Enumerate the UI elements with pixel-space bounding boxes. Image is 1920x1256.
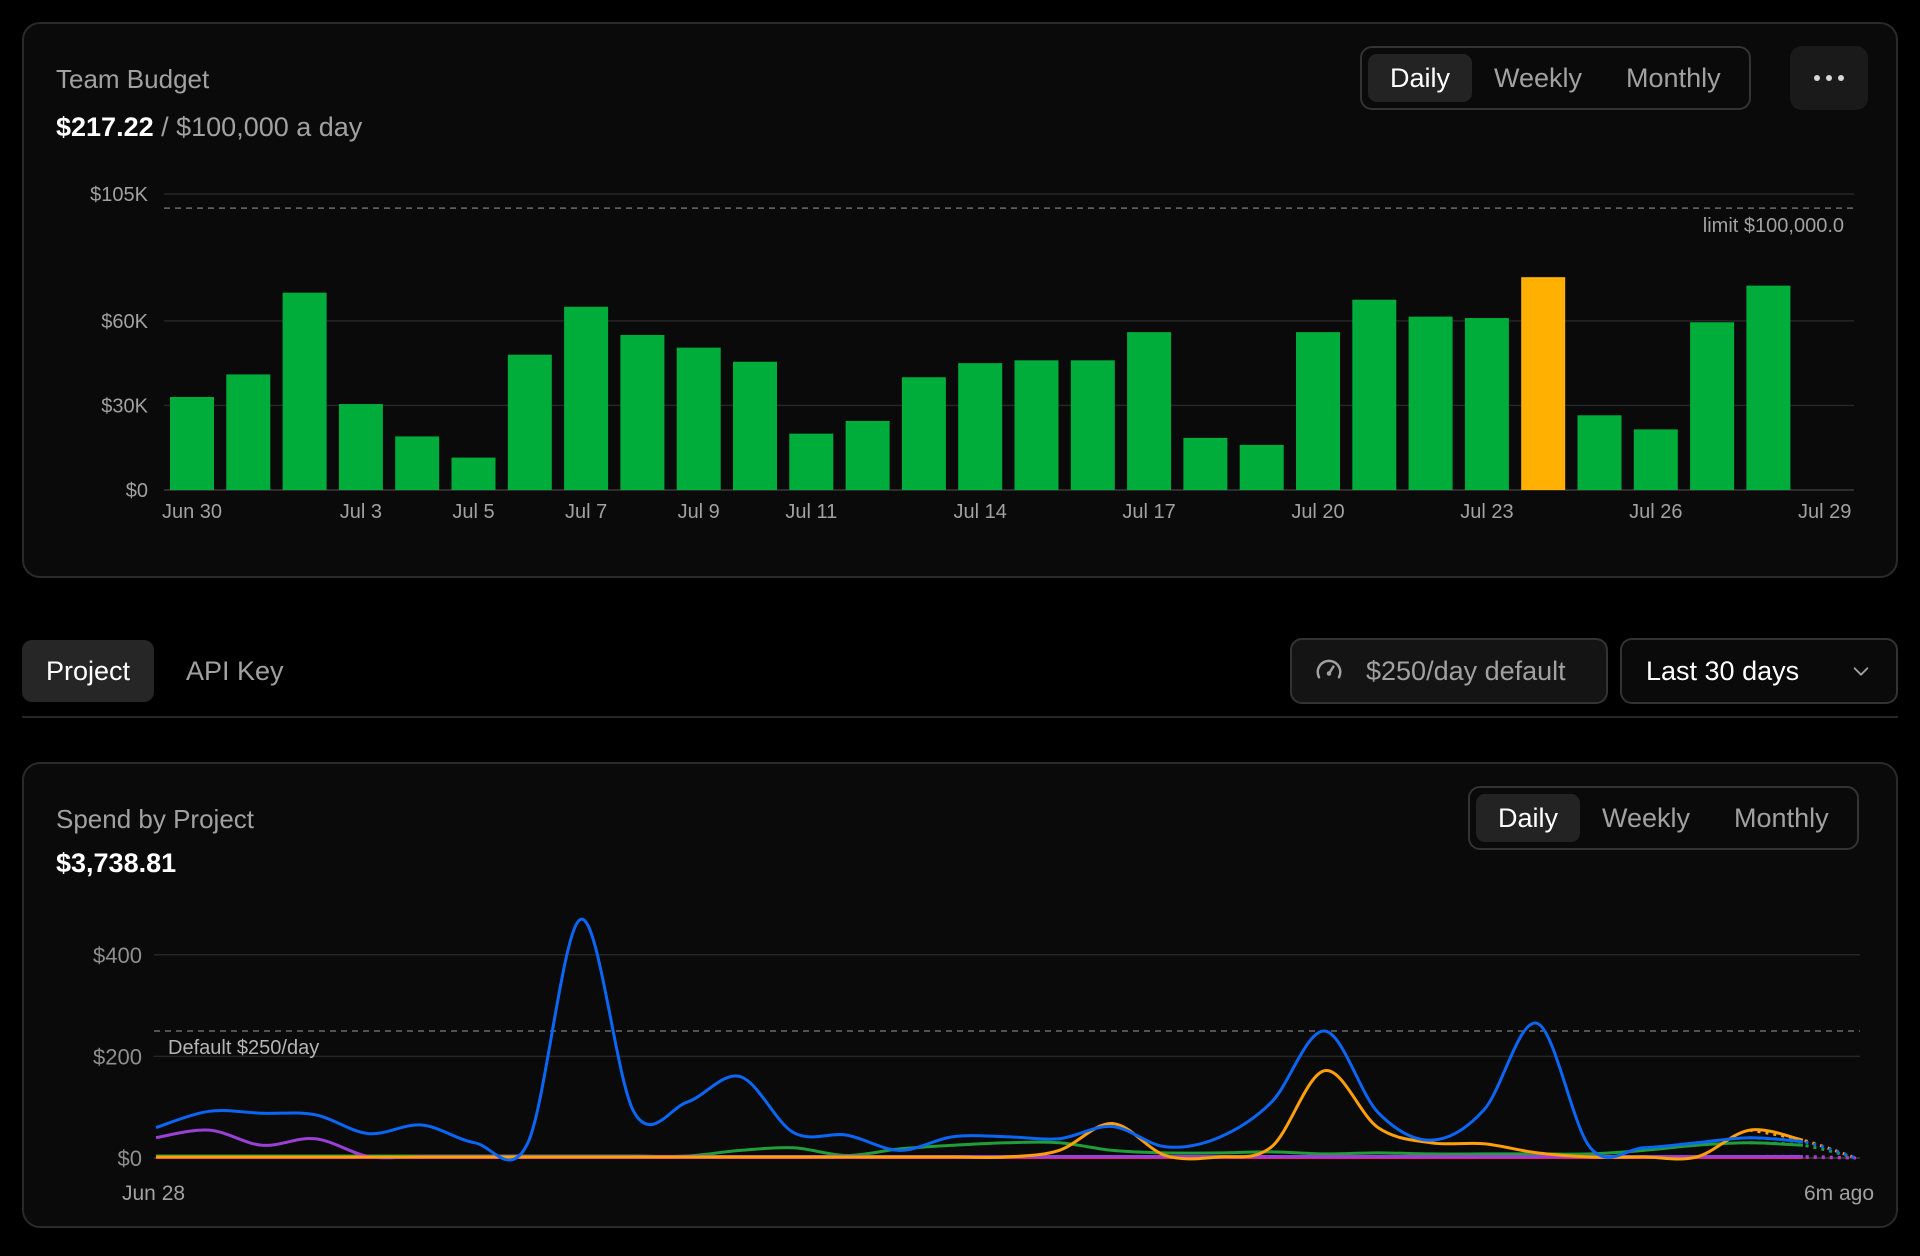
- bar-jul-10[interactable]: [733, 361, 777, 490]
- bar-jul-9[interactable]: [676, 347, 721, 490]
- x-tick-label: Jul 20: [1291, 501, 1344, 523]
- bar-jul-16[interactable]: [1070, 360, 1115, 490]
- x-tick-label: Jul 7: [565, 501, 607, 523]
- date-range-value: Last 30 days: [1646, 655, 1800, 686]
- bar-jul-23[interactable]: [1464, 318, 1509, 490]
- y-tick-label: $200: [93, 1044, 142, 1069]
- spend-line-chart: $0 $200 $400 Default $250/day Jun 28 6m ago: [93, 917, 1874, 1205]
- tab-api-key[interactable]: API Key: [162, 640, 308, 702]
- series-line-orange[interactable]: [155, 1069, 1804, 1161]
- bar-jul-19[interactable]: [1239, 444, 1284, 490]
- y-tick-label: $400: [93, 943, 142, 968]
- x-start-label: Jun 28: [122, 1182, 185, 1205]
- bar-jul-4[interactable]: [395, 436, 440, 490]
- default-limit-label: Default $250/day: [168, 1037, 319, 1059]
- bar-jul-5[interactable]: [451, 457, 496, 490]
- limit-reference-label: limit $100,000.0: [1703, 215, 1844, 237]
- bar-jul-6[interactable]: [507, 354, 552, 490]
- bar-jul-12[interactable]: [845, 420, 890, 490]
- daily-limit-label: $250/day default: [1366, 655, 1566, 686]
- bar-jul-26[interactable]: [1633, 429, 1678, 490]
- bar-jul-22[interactable]: [1408, 316, 1453, 490]
- bar-jun-30[interactable]: [170, 396, 214, 490]
- bar-jul-13[interactable]: [901, 377, 946, 490]
- bar-jul-1[interactable]: [226, 374, 271, 490]
- y-tick-label: $0: [118, 1146, 142, 1171]
- bar-jul-21[interactable]: [1352, 299, 1397, 490]
- x-tick-label: Jul 11: [785, 501, 837, 523]
- bar-jul-28[interactable]: [1746, 285, 1791, 490]
- bar-jul-27[interactable]: [1690, 322, 1735, 490]
- x-tick-label: Jul 14: [954, 501, 1007, 523]
- budget-bar-chart: $0 $30K $60K $105K limit $100,000.0 Jun 30 Jul…: [90, 184, 1854, 523]
- y-tick-label: $105K: [90, 184, 148, 206]
- bar-jul-24[interactable]: [1521, 277, 1566, 490]
- team-budget-card: Team Budget $217.22 / $100,000 a day Dai…: [22, 22, 1898, 578]
- x-tick-label: Jul 9: [678, 501, 720, 523]
- y-tick-label: $30K: [101, 395, 148, 417]
- bar-jul-2[interactable]: [282, 292, 327, 490]
- grouping-tabs: Project API Key: [22, 638, 1898, 718]
- tab-project[interactable]: Project: [22, 640, 155, 702]
- x-tick-label: Jul 26: [1629, 501, 1682, 523]
- bar-jul-8[interactable]: [620, 334, 665, 490]
- x-end-label: 6m ago: [1804, 1182, 1874, 1205]
- spend-by-project-card: Spend by Project $3,738.81 Daily Weekly …: [22, 762, 1898, 1228]
- x-tick-label: Jul 23: [1460, 501, 1513, 523]
- bar-jul-7[interactable]: [564, 306, 609, 490]
- gauge-icon: [1316, 659, 1342, 679]
- x-tick-label: Jun 30: [162, 501, 222, 523]
- x-tick-label: Jul 29: [1798, 501, 1851, 523]
- bar-jul-14[interactable]: [958, 363, 1003, 490]
- bar-jul-20[interactable]: [1296, 332, 1340, 490]
- bar-jul-25[interactable]: [1577, 415, 1622, 490]
- x-tick-label: Jul 5: [452, 501, 494, 523]
- y-tick-label: $60K: [101, 311, 148, 333]
- bar-jul-18[interactable]: [1183, 437, 1228, 490]
- bar-jul-3[interactable]: [338, 404, 383, 490]
- daily-limit-pill[interactable]: $250/day default: [1290, 638, 1608, 704]
- bar-jul-11[interactable]: [789, 433, 834, 490]
- y-tick-label: $0: [126, 480, 148, 502]
- bar-jul-17[interactable]: [1127, 332, 1172, 490]
- bar-jul-15[interactable]: [1014, 360, 1059, 490]
- date-range-select[interactable]: Last 30 days: [1620, 638, 1898, 704]
- x-tick-label: Jul 3: [340, 501, 382, 523]
- chevron-down-icon: [1853, 667, 1869, 676]
- x-tick-label: Jul 17: [1122, 501, 1175, 523]
